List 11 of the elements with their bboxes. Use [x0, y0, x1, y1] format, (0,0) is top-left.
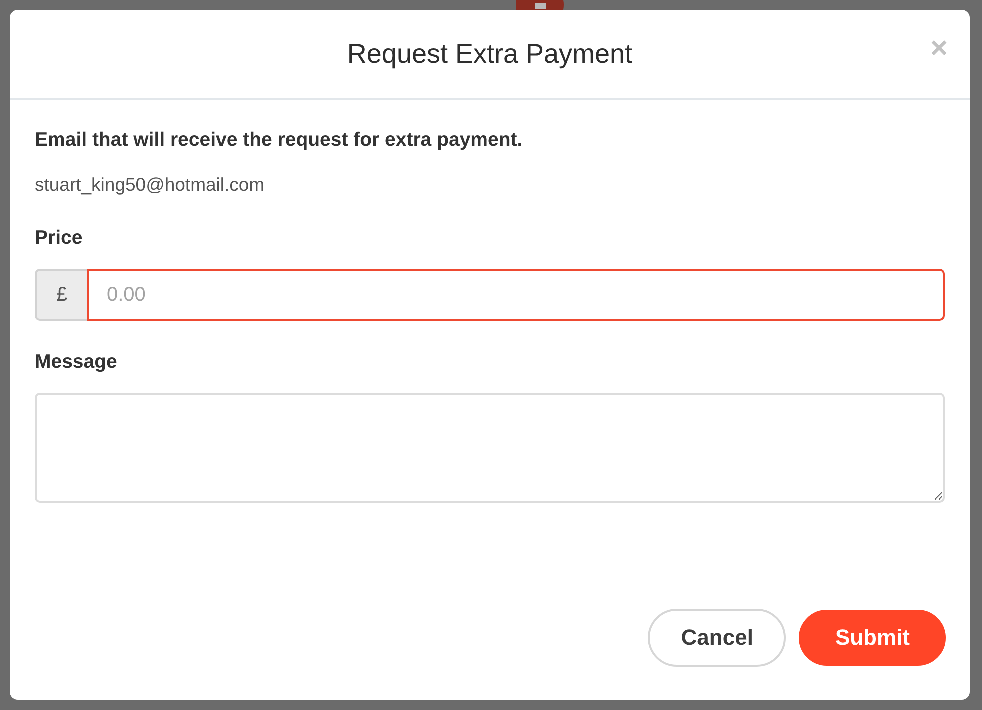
- close-button[interactable]: ×: [930, 34, 948, 64]
- currency-addon: £: [35, 269, 87, 321]
- email-address: stuart_king50@hotmail.com: [35, 173, 266, 197]
- price-label: Price: [35, 226, 84, 251]
- email-label: Email that will receive the request for extra payment.: [35, 128, 524, 153]
- submit-button[interactable]: Submit: [799, 610, 946, 666]
- price-field[interactable]: 0.00: [87, 269, 945, 321]
- message-label: Message: [35, 350, 118, 375]
- message-field[interactable]: [35, 393, 945, 503]
- dialog-title: Request Extra Payment: [347, 40, 633, 68]
- cancel-button[interactable]: Cancel: [648, 609, 786, 667]
